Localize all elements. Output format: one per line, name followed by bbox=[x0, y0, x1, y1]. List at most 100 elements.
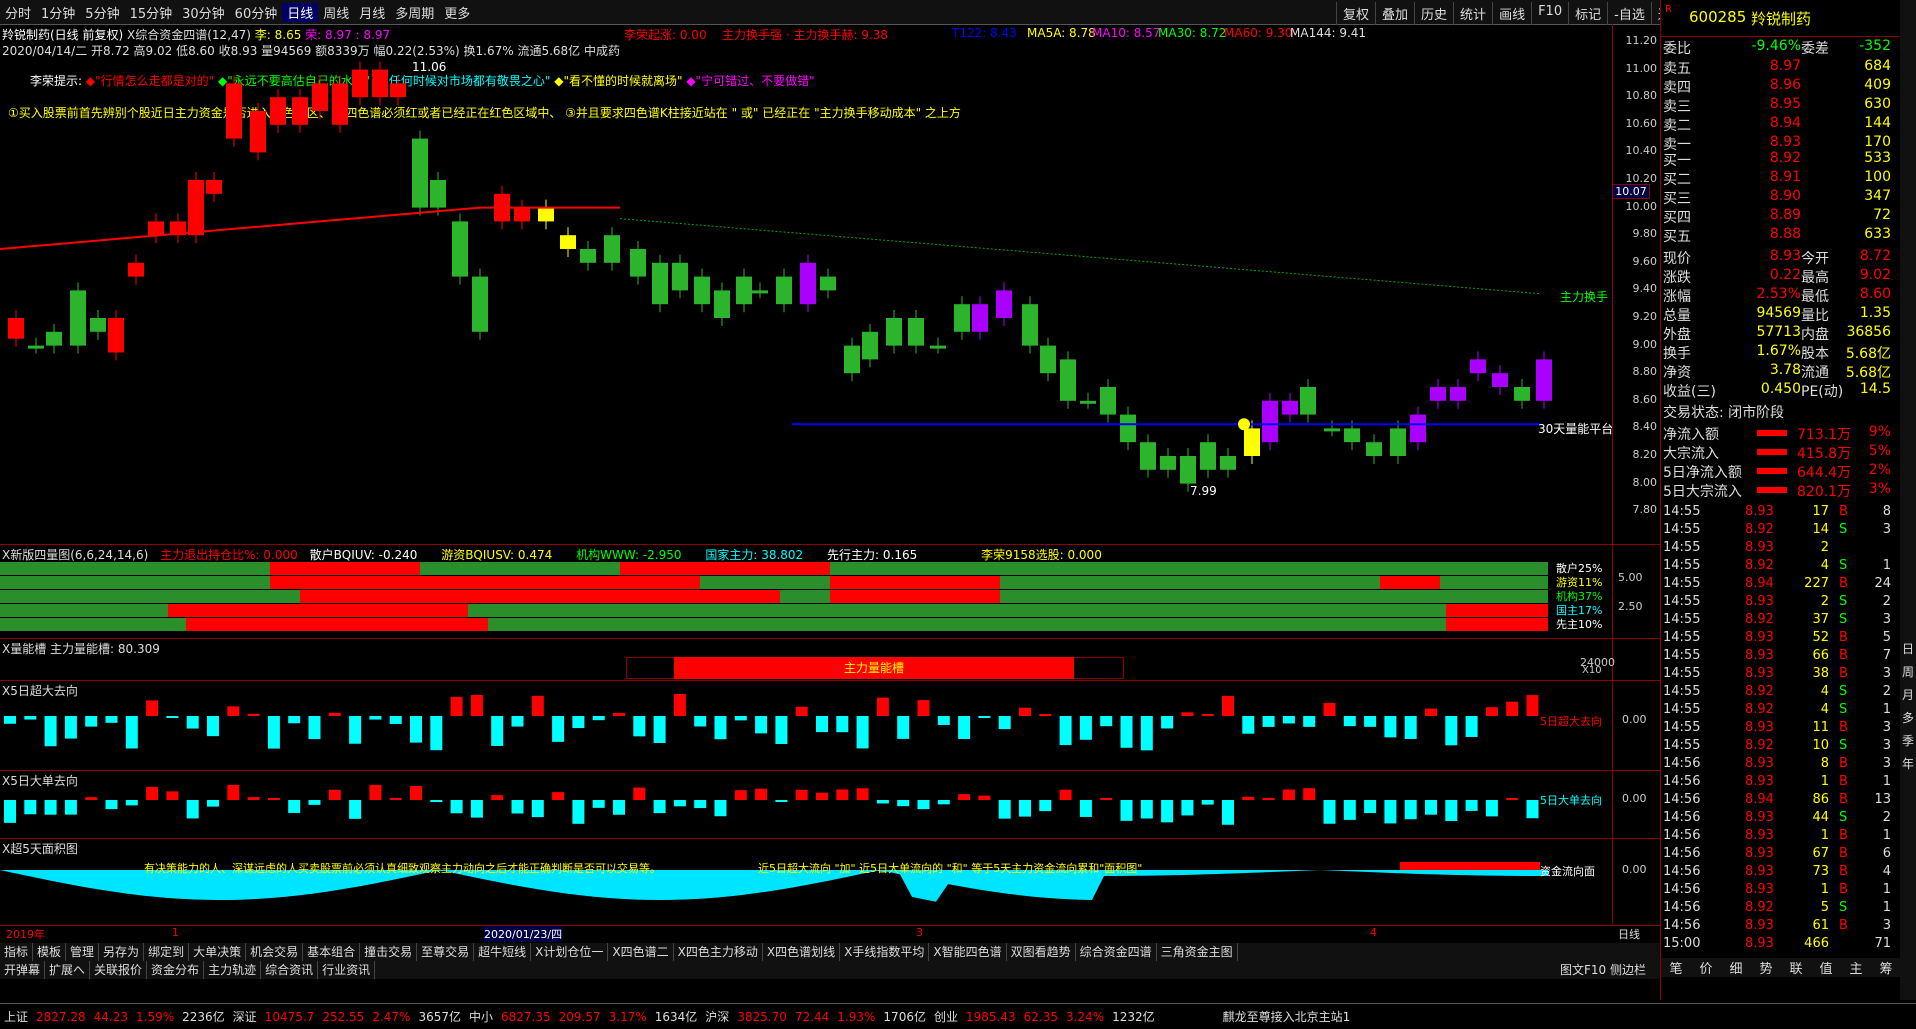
flow-bar bbox=[998, 716, 1011, 730]
quote-tab-5[interactable]: 值 bbox=[1811, 958, 1841, 977]
formula-tab-6[interactable]: 机会交易 bbox=[246, 943, 304, 961]
period-tab-9[interactable]: 多周期 bbox=[390, 3, 439, 22]
flow-bar bbox=[4, 800, 16, 823]
flow-bar bbox=[714, 800, 727, 817]
tick-price: 8.92 bbox=[1745, 738, 1774, 753]
formula-tab-12[interactable]: X四色谱二 bbox=[608, 943, 674, 961]
candle-body bbox=[930, 345, 946, 349]
panel3-x10: X10 bbox=[1582, 665, 1602, 676]
extra-tab-1[interactable]: 扩展へ bbox=[45, 961, 91, 979]
candle-body bbox=[1022, 304, 1038, 346]
quote-tab-2[interactable]: 细 bbox=[1721, 958, 1751, 977]
extra-tab-3[interactable]: 资金分布 bbox=[147, 961, 205, 979]
flow-bar bbox=[694, 800, 707, 809]
tick-row: 14:55 8.93 2 bbox=[1661, 540, 1901, 558]
formula-tab-16[interactable]: X智能四色谱 bbox=[929, 943, 1007, 961]
volume-band-red bbox=[186, 618, 488, 631]
extra-tab-4[interactable]: 主力轨迹 bbox=[204, 961, 262, 979]
quote-row: 买三 8.90 347 bbox=[1661, 188, 1901, 207]
candlestick-chart[interactable] bbox=[0, 24, 1612, 544]
period-tab-10[interactable]: 更多 bbox=[439, 3, 475, 22]
toolbar-button-1[interactable]: 叠加 bbox=[1375, 2, 1414, 25]
flow-bar bbox=[633, 787, 646, 800]
toolbar-button-3[interactable]: 统计 bbox=[1453, 2, 1492, 25]
quote-value-2: 5.68亿 bbox=[1845, 365, 1891, 381]
quote-row: 涨跌 0.22 最高 9.02 bbox=[1661, 267, 1901, 286]
sidebar-period-4[interactable]: 季 bbox=[1900, 732, 1916, 749]
yaxis-tick: 8.00 bbox=[1632, 475, 1658, 489]
extra-tab-6[interactable]: 行业资讯 bbox=[318, 961, 376, 979]
quote-label-2: 股本 bbox=[1801, 346, 1829, 362]
quote-tab-0[interactable]: 笔 bbox=[1661, 958, 1691, 977]
quote-tab-7[interactable]: 筹 bbox=[1871, 958, 1901, 977]
toolbar-button-7[interactable]: -自选 bbox=[1607, 2, 1651, 25]
quote-tab-3[interactable]: 势 bbox=[1751, 958, 1781, 977]
area-red bbox=[1400, 862, 1540, 870]
sidebar-period-3[interactable]: 多 bbox=[1900, 709, 1916, 726]
formula-tab-19[interactable]: 三角资金主图 bbox=[1157, 943, 1238, 961]
quote-tab-6[interactable]: 主 bbox=[1841, 958, 1871, 977]
formula-tab-15[interactable]: X手线指数平均 bbox=[840, 943, 930, 961]
quote-value: 1.67% bbox=[1756, 343, 1801, 359]
period-tab-1[interactable]: 1分钟 bbox=[36, 3, 80, 22]
flow-bar bbox=[1059, 716, 1072, 746]
xaxis-a: 2019年 bbox=[6, 928, 45, 941]
period-tab-6[interactable]: 日线 bbox=[282, 2, 319, 22]
toolbar-button-0[interactable]: 复权 bbox=[1336, 2, 1375, 25]
flow-bar bbox=[552, 792, 565, 800]
toolbar-button-6[interactable]: 标记 bbox=[1568, 2, 1607, 25]
period-tab-0[interactable]: 分时 bbox=[0, 3, 36, 22]
period-tab-7[interactable]: 周线 bbox=[318, 3, 354, 22]
formula-tab-7[interactable]: 基本组合 bbox=[303, 943, 361, 961]
quote-value: 8.90 bbox=[1769, 188, 1801, 204]
formula-tab-18[interactable]: 综合资金四谱 bbox=[1076, 943, 1157, 961]
formula-tab-9[interactable]: 至尊交易 bbox=[417, 943, 475, 961]
tick-count: 2 bbox=[1882, 594, 1891, 609]
quote-value: 8.95 bbox=[1769, 96, 1801, 112]
flow-bar bbox=[1079, 800, 1092, 817]
formula-tab-14[interactable]: X四色谱划线 bbox=[763, 943, 841, 961]
yaxis-tick: 8.80 bbox=[1632, 365, 1658, 379]
quote-tab-4[interactable]: 联 bbox=[1781, 958, 1811, 977]
xaxis-daily[interactable]: 日线 bbox=[1618, 926, 1640, 942]
toolbar-button-4[interactable]: 画线 bbox=[1492, 2, 1531, 25]
formula-tab-2[interactable]: 管理 bbox=[66, 943, 100, 961]
quote-tab-1[interactable]: 价 bbox=[1691, 958, 1721, 977]
tick-count: 1 bbox=[1882, 900, 1891, 915]
flow-bar bbox=[207, 800, 219, 807]
candle-body bbox=[1470, 359, 1486, 374]
formula-tab-13[interactable]: X四色主力移动 bbox=[674, 943, 763, 961]
tick-count: 4 bbox=[1882, 864, 1891, 879]
formula-tab-17[interactable]: 双图看趋势 bbox=[1007, 943, 1076, 961]
period-tab-4[interactable]: 30分钟 bbox=[177, 3, 230, 22]
formula-tab-11[interactable]: X计划仓位一 bbox=[531, 943, 609, 961]
sidebar-period-5[interactable]: 年 bbox=[1900, 755, 1916, 772]
toolbar-button-2[interactable]: 历史 bbox=[1414, 2, 1453, 25]
period-tab-5[interactable]: 60分钟 bbox=[230, 3, 283, 22]
sidebar-toggle[interactable]: 图文F10 侧边栏 bbox=[1560, 961, 1646, 978]
candle-body bbox=[292, 97, 308, 125]
formula-tab-3[interactable]: 另存为 bbox=[99, 943, 145, 961]
formula-tab-4[interactable]: 绑定到 bbox=[144, 943, 190, 961]
sidebar-period-1[interactable]: 周 bbox=[1900, 663, 1916, 680]
sidebar-period-0[interactable]: 日 bbox=[1900, 640, 1916, 657]
tick-vol: 66 bbox=[1812, 648, 1829, 663]
extra-tab-5[interactable]: 综合资讯 bbox=[261, 961, 319, 979]
extra-tab-2[interactable]: 关联报价 bbox=[90, 961, 148, 979]
quote-value-2: 1.35 bbox=[1859, 305, 1891, 321]
formula-tab-1[interactable]: 模板 bbox=[33, 943, 67, 961]
candle-body bbox=[8, 318, 24, 339]
sidebar-period-2[interactable]: 月 bbox=[1900, 686, 1916, 703]
period-tab-3[interactable]: 15分钟 bbox=[125, 3, 178, 22]
formula-tab-8[interactable]: 撞击交易 bbox=[360, 943, 418, 961]
period-tab-2[interactable]: 5分钟 bbox=[80, 3, 124, 22]
formula-tab-0[interactable]: 指标 bbox=[0, 943, 34, 961]
tick-vol: 17 bbox=[1812, 504, 1829, 519]
extra-tab-0[interactable]: 开弹幕 bbox=[0, 961, 46, 979]
formula-tab-10[interactable]: 超牛短线 bbox=[474, 943, 532, 961]
panel6-ax: 0.00 bbox=[1622, 863, 1647, 876]
period-tab-8[interactable]: 月线 bbox=[354, 3, 390, 22]
formula-tab-5[interactable]: 大单决策 bbox=[189, 943, 247, 961]
toolbar-button-5[interactable]: F10 bbox=[1531, 2, 1568, 25]
energy-slot-bar: 主力量能槽 bbox=[674, 657, 1074, 679]
